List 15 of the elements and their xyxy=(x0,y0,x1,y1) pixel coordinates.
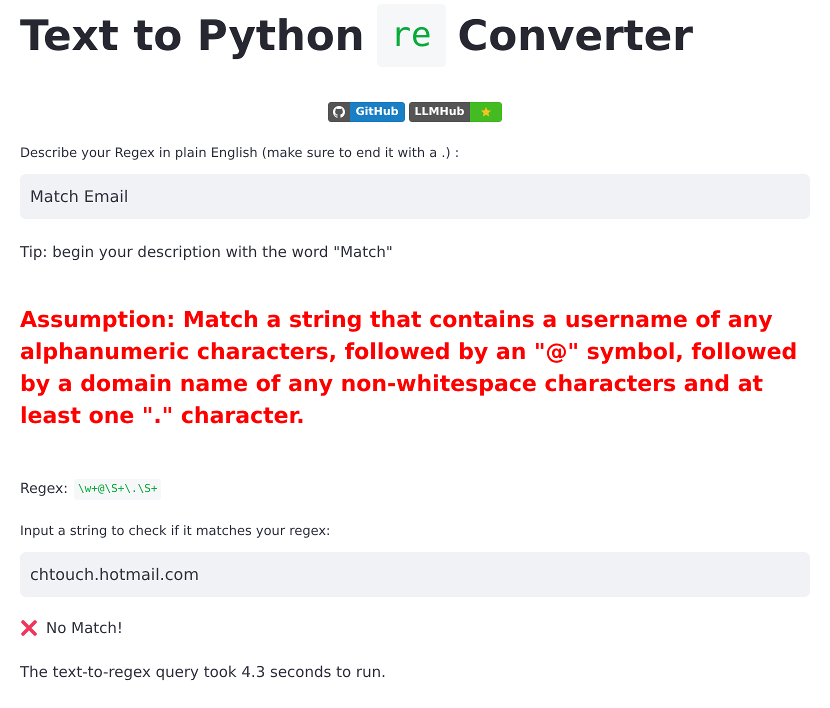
github-icon xyxy=(332,106,345,118)
result-text: No Match! xyxy=(46,618,123,638)
title-code: re xyxy=(376,4,446,66)
regex-label: Regex: xyxy=(20,480,68,499)
timing-text: The text-to-regex query took 4.3 seconds to run. xyxy=(20,662,387,683)
page-title: Converter xyxy=(458,10,693,62)
regex-code: \w+@\S+\.\S+ xyxy=(74,479,162,500)
page-title: Text to Python xyxy=(20,10,365,62)
star-icon xyxy=(480,106,492,118)
description-field[interactable]: Match Email xyxy=(20,174,810,218)
field-label: Describe your Regex in plain English (make sure to end it with a .) : xyxy=(20,145,460,163)
test-string-field[interactable]: chtouch.hotmail.com xyxy=(20,552,810,596)
tip-text: Tip: begin your description with the word "Match" xyxy=(20,242,394,262)
assumption-text: Assumption: Match a string that contains a username of any alphanumeric characters, followed by an "@" symbol, followed by a domain name of any non-whitespace characters and at least one "." character. xyxy=(20,307,798,431)
field-label: Input a string to check if it matches your regex: xyxy=(20,523,332,541)
